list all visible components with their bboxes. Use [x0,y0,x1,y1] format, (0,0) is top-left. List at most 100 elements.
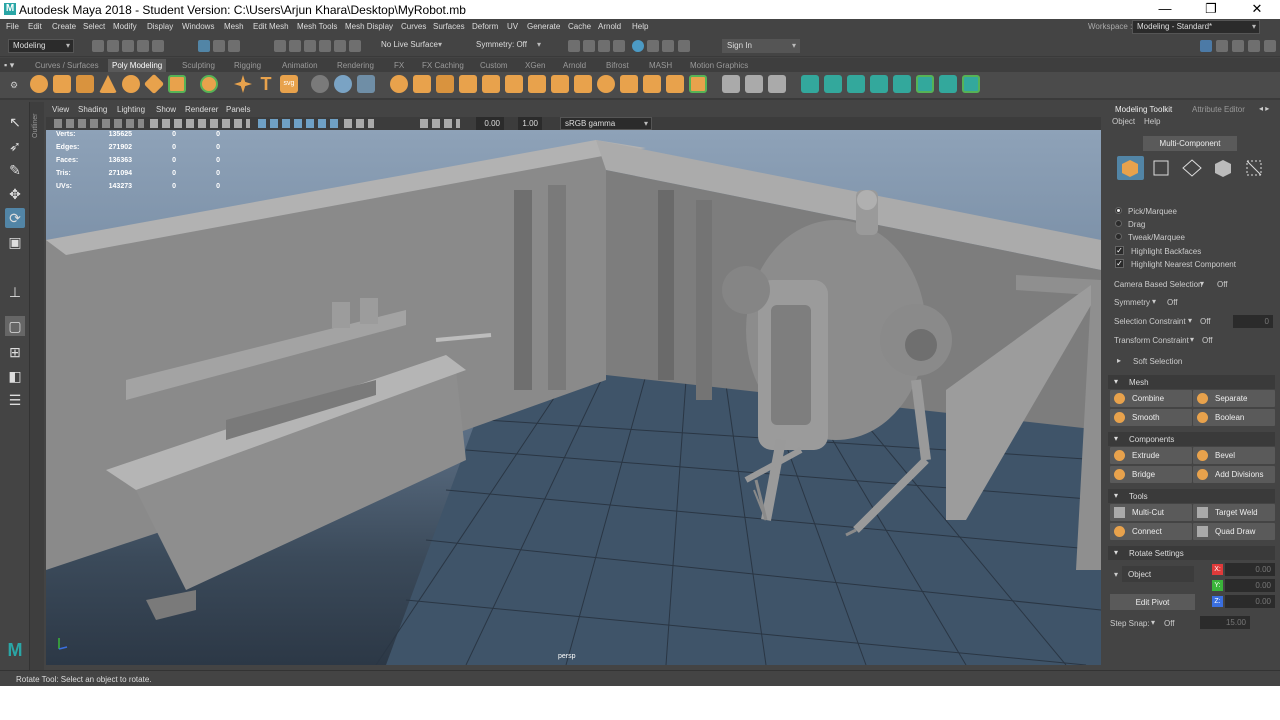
soft-selection-arrow-icon[interactable]: ▸ [1117,356,1121,365]
color-space-dropdown[interactable]: sRGB gamma [560,117,652,130]
bevel-shelf-icon[interactable] [574,75,592,93]
single-perspective-layout-icon[interactable]: ▢ [5,316,25,336]
select-by-object-icon[interactable] [213,40,225,52]
poke-icon[interactable] [643,75,661,93]
uv-editor-icon[interactable] [801,75,819,93]
shelf-tab-sculpting[interactable]: Sculpting [178,59,219,72]
panel-menu-lighting[interactable]: Lighting [117,105,145,114]
quad-draw-button[interactable]: Quad Draw [1193,523,1275,540]
multi-component-button[interactable]: Multi-Component [1143,136,1237,151]
rotate-space-dropdown-icon[interactable]: ▾ [1114,570,1118,579]
transform-constraint-value[interactable]: Off [1202,336,1213,345]
extrude-button[interactable]: Extrude [1110,447,1192,464]
camera-based-selection-value[interactable]: Off [1217,280,1228,289]
tools-section-header[interactable]: Tools [1108,489,1275,503]
channel-box-icon[interactable] [1200,40,1212,52]
outliner-side-tab[interactable]: Outliner [30,102,44,670]
perspective-viewport[interactable]: Verts: 135625 0 0 Edges: 271902 0 0 Face… [46,130,1101,665]
step-snap-field[interactable]: 15.00 [1200,616,1250,629]
shelf-tab-bifrost[interactable]: Bifrost [602,59,633,72]
menu-modify[interactable]: Modify [113,22,137,31]
selection-constraint-dropdown-icon[interactable]: ▾ [1188,316,1192,325]
symmetry-dropdown[interactable]: Symmetry: Off [472,39,544,53]
cylindrical-map-icon[interactable] [847,75,865,93]
target-weld-shelf-icon[interactable] [768,75,786,93]
menu-help[interactable]: Help [632,22,648,31]
menu-edit-mesh[interactable]: Edit Mesh [253,22,289,31]
drag-radio[interactable] [1115,220,1122,227]
toolkit-menu-object[interactable]: Object [1112,117,1135,126]
modeling-toolkit-icon[interactable] [1248,40,1260,52]
menu-mesh-tools[interactable]: Mesh Tools [297,22,337,31]
hypershade-icon[interactable] [632,40,644,52]
transform-constraint-dropdown-icon[interactable]: ▾ [1190,335,1194,344]
menu-file[interactable]: File [6,22,19,31]
components-section-header[interactable]: Components [1108,432,1275,446]
highlight-nearest-checkbox[interactable]: ✓ [1115,259,1124,268]
snap-grid-icon[interactable] [274,40,286,52]
isolate-tools-icons[interactable] [344,119,374,128]
combine-shelf-icon[interactable] [334,75,352,93]
object-mode-icon[interactable] [1117,156,1144,180]
lasso-tool-icon[interactable]: ➶ [5,136,25,156]
fill-hole-icon[interactable] [597,75,615,93]
y-axis-field[interactable]: 0.00 [1225,579,1275,592]
camera-tools-icons[interactable] [54,119,144,128]
workspace-dropdown[interactable]: Modeling - Standard* [1132,20,1260,34]
poly-cube-icon[interactable] [53,75,71,93]
menu-windows[interactable]: Windows [182,22,214,31]
step-snap-dropdown-icon[interactable]: ▾ [1151,618,1155,627]
render-frame-icon[interactable] [583,40,595,52]
mirror-shelf-icon[interactable] [436,75,454,93]
edit-pivot-button[interactable]: Edit Pivot [1110,594,1195,610]
vertex-mode-icon[interactable] [1148,156,1175,180]
z-axis-field[interactable]: 0.00 [1225,595,1275,608]
xray-tools-icons[interactable] [420,119,460,128]
edge-mode-icon[interactable] [1179,156,1206,180]
scale-tool-icon[interactable]: ▣ [5,232,25,252]
redo-icon[interactable] [152,40,164,52]
persp-outliner-layout-icon[interactable]: ◧ [5,366,25,386]
panel-menu-shading[interactable]: Shading [78,105,107,114]
snap-view-plane-icon[interactable] [319,40,331,52]
shelf-tab-mash[interactable]: MASH [645,59,676,72]
tab-attribute-editor[interactable]: Attribute Editor [1192,105,1245,114]
shelf-tab-arnold[interactable]: Arnold [559,59,590,72]
maximize-button[interactable]: ❐ [1188,0,1234,19]
pause-icon[interactable] [678,40,690,52]
menu-mesh-display[interactable]: Mesh Display [345,22,393,31]
live-surface-field[interactable]: No Live Surface [377,39,445,53]
insert-edge-loop-icon[interactable] [722,75,740,93]
panel-menu-view[interactable]: View [52,105,69,114]
multi-cut-button[interactable]: Multi-Cut [1110,504,1192,521]
mesh-section-header[interactable]: Mesh [1108,375,1275,389]
panel-menu-renderer[interactable]: Renderer [185,105,218,114]
arnold-ipr-icon[interactable] [662,40,674,52]
panel-menu-panels[interactable]: Panels [226,105,250,114]
select-by-hierarchy-icon[interactable] [198,40,210,52]
smooth-button[interactable]: Smooth [1110,409,1192,426]
shelf-tab-rigging[interactable]: Rigging [230,59,265,72]
close-button[interactable]: ✕ [1234,0,1280,19]
save-scene-icon[interactable] [122,40,134,52]
four-view-layout-icon[interactable]: ⊞ [5,342,25,362]
snap-curve-icon[interactable] [289,40,301,52]
boolean-union-icon[interactable] [459,75,477,93]
toolkit-menu-help[interactable]: Help [1144,117,1160,126]
shelf-tab-rendering[interactable]: Rendering [333,59,378,72]
menu-curves[interactable]: Curves [401,22,426,31]
add-divisions-button[interactable]: Add Divisions [1193,466,1275,483]
shelf-tab-fx[interactable]: FX [390,59,408,72]
bridge-shelf-icon[interactable] [551,75,569,93]
shelf-tab-xgen[interactable]: XGen [521,59,549,72]
show-manipulator-icon[interactable]: ⊥ [5,282,25,302]
uv-mode-icon[interactable] [1241,156,1268,180]
selection-constraint-field[interactable]: 0 [1233,315,1273,328]
snap-surface-icon[interactable] [334,40,346,52]
rotate-settings-section-header[interactable]: Rotate Settings [1108,546,1275,560]
sculpt-tool-icon[interactable] [311,75,329,93]
select-by-component-icon[interactable] [228,40,240,52]
boolean-intersection-icon[interactable] [505,75,523,93]
pick-marquee-radio[interactable] [1115,207,1122,214]
automatic-map-icon[interactable] [893,75,911,93]
